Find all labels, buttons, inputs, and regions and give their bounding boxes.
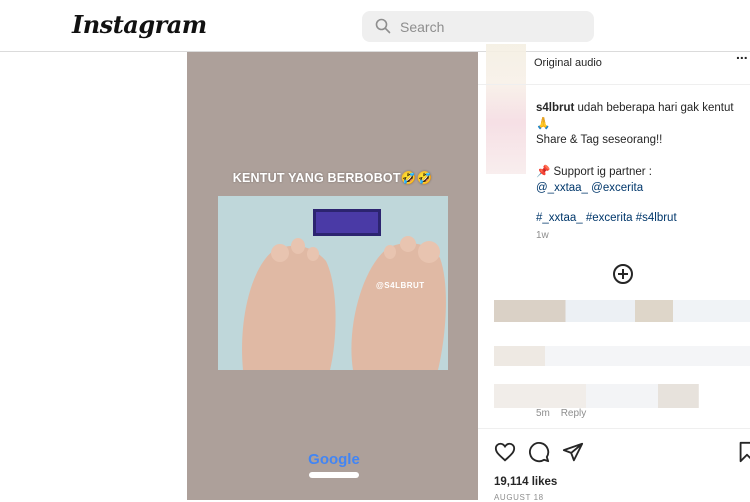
reel-video-player[interactable]: KENTUT YANG BERBOBOT🤣🤣 @S4LBRUT Google bbox=[187, 52, 478, 500]
partner-mentions[interactable]: @_xxtaa_ @excerita bbox=[536, 180, 746, 196]
search-box[interactable] bbox=[362, 11, 594, 42]
google-logo: Google bbox=[308, 451, 360, 468]
original-audio-label[interactable]: Original audio bbox=[534, 57, 602, 69]
heart-icon[interactable] bbox=[494, 441, 516, 463]
likes-count[interactable]: 19,114 likes bbox=[494, 476, 557, 488]
comment-meta: 5m Reply bbox=[536, 408, 586, 419]
instagram-logo[interactable]: Instagram bbox=[72, 10, 207, 39]
share-icon[interactable] bbox=[562, 441, 584, 463]
caption-username[interactable]: s4lbrut bbox=[536, 102, 574, 114]
bookmark-icon[interactable] bbox=[738, 441, 750, 463]
post-caption: s4lbrut udah beberapa hari gak kentut🙏 S… bbox=[536, 100, 746, 226]
video-watermark: @S4LBRUT bbox=[376, 281, 425, 290]
caption-line2: Share & Tag seseorang!! bbox=[536, 134, 663, 146]
search-icon bbox=[375, 18, 391, 34]
hashtags[interactable]: #_xxtaa_ #excerita #s4lbrut bbox=[536, 210, 746, 226]
blurred-comments bbox=[494, 300, 750, 412]
google-badge: Google bbox=[307, 451, 361, 481]
comment-time: 5m bbox=[536, 408, 550, 419]
video-clip-frame: @S4LBRUT bbox=[218, 196, 448, 370]
divider bbox=[478, 428, 750, 429]
reply-link[interactable]: Reply bbox=[561, 408, 587, 419]
post-details-panel: Original audio ... s4lbrut udah beberapa… bbox=[478, 44, 750, 502]
video-overlay-text: KENTUT YANG BERBOBOT🤣🤣 bbox=[232, 171, 433, 185]
post-date: AUGUST 18 bbox=[494, 493, 544, 502]
search-input[interactable] bbox=[400, 11, 586, 42]
comment-icon[interactable] bbox=[528, 441, 550, 463]
post-time-ago: 1w bbox=[536, 230, 549, 241]
more-options-icon[interactable]: ... bbox=[736, 46, 748, 62]
top-navigation-bar: Instagram bbox=[0, 0, 750, 52]
video-progress-bar[interactable] bbox=[309, 472, 359, 478]
post-action-bar bbox=[494, 441, 750, 465]
divider bbox=[478, 84, 750, 85]
blurred-avatar bbox=[486, 44, 526, 174]
support-text: 📌 Support ig partner : bbox=[536, 166, 652, 178]
add-comment-icon[interactable] bbox=[613, 264, 633, 284]
